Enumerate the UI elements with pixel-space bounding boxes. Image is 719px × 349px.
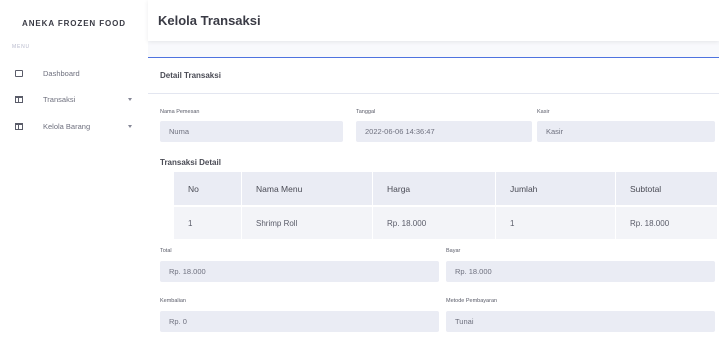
- bayar-label: Bayar: [446, 248, 461, 254]
- column-header-jumlah: Jumlah: [510, 183, 538, 194]
- table-header-row: No Nama Menu Harga Jumlah Subtotal: [174, 172, 717, 205]
- square-icon: [15, 70, 23, 77]
- caret-down-icon: [128, 125, 132, 128]
- table-icon: [15, 96, 23, 103]
- table-cell-harga: Rp. 18.000: [387, 218, 427, 228]
- column-header-harga: Harga: [387, 183, 411, 194]
- page-title: Kelola Transaksi: [158, 13, 261, 28]
- kembalian-field[interactable]: Rp. 0: [160, 311, 439, 332]
- table-cell-subtotal: Rp. 18.000: [630, 218, 670, 228]
- tanggal-label: Tanggal: [356, 109, 376, 115]
- total-field[interactable]: Rp. 18.000: [160, 261, 439, 282]
- sidebar-item-label: Dashboard: [43, 69, 80, 78]
- metode-pembayaran-field[interactable]: Tunai: [446, 311, 715, 332]
- nama-pemesan-label: Nama Pemesan: [160, 109, 200, 115]
- table-row: 1 Shrimp Roll Rp. 18.000 1 Rp. 18.000: [174, 207, 717, 239]
- sidebar-item-transaksi[interactable]: Transaksi: [0, 93, 148, 107]
- sidebar-item-dashboard[interactable]: Dashboard: [0, 67, 148, 81]
- column-header-subtotal: Subtotal: [630, 183, 662, 194]
- caret-down-icon: [128, 98, 132, 101]
- table-cell-nama-menu: Shrimp Roll: [256, 218, 298, 228]
- transaksi-detail-title: Transaksi Detail: [160, 158, 221, 167]
- table-cell-jumlah: 1: [510, 218, 515, 228]
- metode-pembayaran-label: Metode Pembayaran: [446, 298, 498, 304]
- sidebar-item-label: Kelola Barang: [43, 122, 91, 131]
- transaksi-detail-table: No Nama Menu Harga Jumlah Subtotal 1 Shr…: [174, 172, 717, 239]
- kasir-label: Kasir: [537, 109, 550, 115]
- sidebar: ANEKA FROZEN FOOD MENU Dashboard Transak…: [0, 0, 148, 349]
- table-icon: [15, 123, 23, 130]
- tanggal-field[interactable]: 2022-06-06 14:36:47: [356, 121, 532, 142]
- column-header-nama-menu: Nama Menu: [256, 183, 303, 194]
- column-header-no: No: [188, 183, 199, 194]
- sidebar-item-kelola-barang[interactable]: Kelola Barang: [0, 120, 148, 134]
- nama-pemesan-field[interactable]: Numa: [160, 121, 343, 142]
- brand-logo-text[interactable]: ANEKA FROZEN FOOD: [0, 19, 148, 28]
- sidebar-item-label: Transaksi: [43, 95, 76, 104]
- bayar-field[interactable]: Rp. 18.000: [446, 261, 715, 282]
- kasir-field[interactable]: Kasir: [537, 121, 715, 142]
- topbar: Kelola Transaksi: [148, 0, 719, 41]
- table-cell-no: 1: [188, 218, 193, 228]
- card-divider: [148, 93, 719, 94]
- card-title: Detail Transaksi: [160, 71, 221, 80]
- kembalian-label: Kembalian: [160, 298, 186, 304]
- menu-heading: MENU: [12, 44, 30, 50]
- detail-card: Detail Transaksi Nama Pemesan Numa Tangg…: [148, 57, 719, 349]
- total-label: Total: [160, 248, 172, 254]
